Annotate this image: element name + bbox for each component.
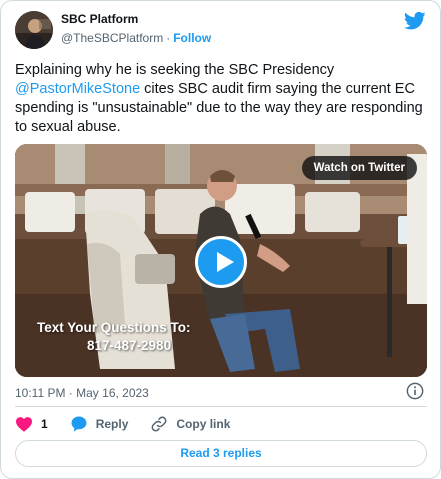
profile-photo (15, 11, 53, 49)
video-caption-phone: 817-487-2980 (87, 338, 172, 353)
play-icon[interactable] (195, 236, 247, 288)
author-handle-row: @TheSBCPlatform · Follow (61, 31, 211, 45)
read-replies-button[interactable]: Read 3 replies (15, 440, 427, 467)
reply-bubble-icon (71, 416, 87, 432)
info-icon[interactable] (406, 382, 424, 400)
watch-on-twitter-button[interactable]: Watch on Twitter (301, 156, 417, 180)
reply-button[interactable]: Reply (70, 415, 129, 433)
tweet-text-before: Explaining why he is seeking the SBC Pre… (15, 62, 335, 78)
reply-label: Reply (95, 417, 129, 431)
like-count: 1 (41, 417, 48, 431)
tweet-text: Explaining why he is seeking the SBC Pre… (15, 61, 430, 137)
tweet-card: SBC Platform @TheSBCPlatform · Follow Expl… (0, 0, 441, 479)
heart-icon (16, 417, 32, 432)
video-caption-title: Text Your Questions To: (37, 320, 191, 335)
video-player[interactable]: Watch on Twitter Text Your Questions To:… (15, 144, 427, 377)
copy-link-button[interactable]: Copy link (150, 415, 230, 433)
separator-dot: · (166, 31, 171, 45)
copy-link-label: Copy link (176, 417, 231, 431)
author-name[interactable]: SBC Platform (61, 12, 138, 26)
tweet-actions: 1 Reply Copy link (15, 414, 252, 434)
like-button[interactable]: 1 (15, 416, 48, 432)
author-avatar[interactable] (15, 11, 53, 49)
follow-button[interactable]: Follow (173, 31, 211, 45)
mention-link[interactable]: @PastorMikeStone (15, 81, 140, 97)
tweet-timestamp[interactable]: 10:11 PM · May 16, 2023 (15, 386, 149, 400)
link-icon (151, 416, 167, 432)
divider (15, 406, 427, 407)
author-handle[interactable]: @TheSBCPlatform (61, 31, 163, 45)
twitter-bird-icon[interactable] (404, 11, 426, 31)
